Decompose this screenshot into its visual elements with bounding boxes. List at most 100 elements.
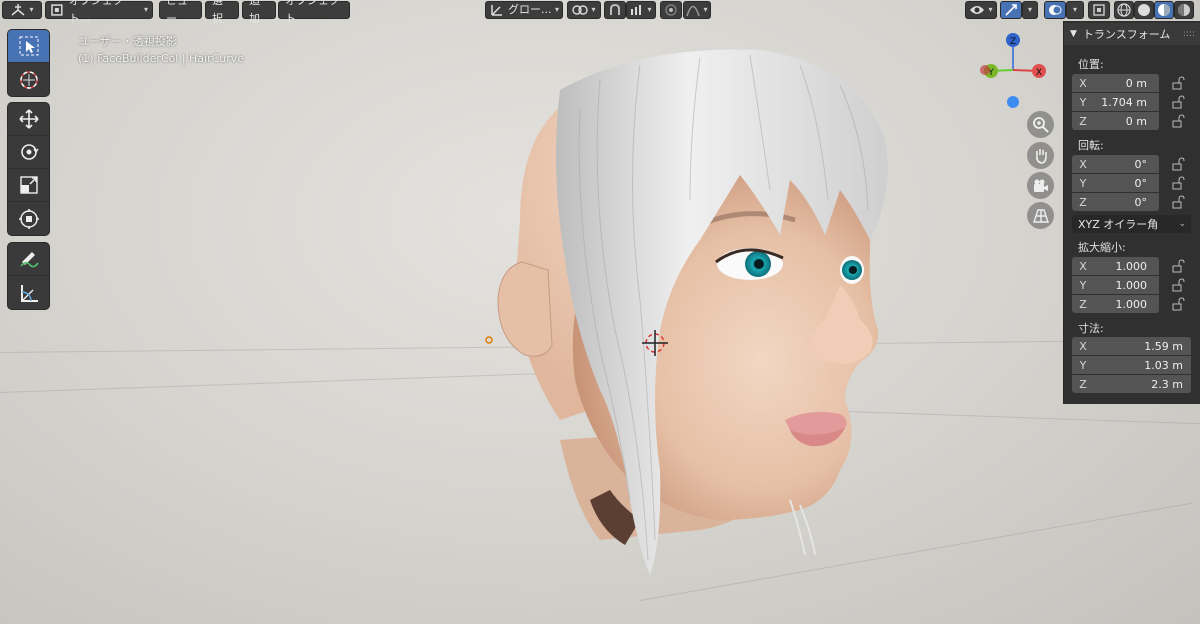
- rotate-tool[interactable]: [8, 136, 49, 169]
- panel-title: トランスフォーム: [1082, 28, 1171, 41]
- orientation-icon: [491, 5, 502, 16]
- solid-sphere-icon: [1138, 4, 1150, 16]
- cursor-icon: [19, 70, 38, 89]
- gizmo-arrows-icon: [1005, 4, 1017, 16]
- scale-y-field[interactable]: Y 1.000: [1072, 276, 1159, 294]
- pencil-icon: [19, 252, 39, 268]
- 3d-view-icon: [12, 4, 25, 16]
- annotate-tool[interactable]: [8, 243, 49, 276]
- ortho-toggle-button[interactable]: [1027, 202, 1054, 229]
- proportional-falloff-selector[interactable]: ▾: [683, 1, 711, 19]
- navigation-gizmo[interactable]: Z X Y: [975, 30, 1055, 120]
- gizmo-z-label: Z: [1010, 37, 1016, 47]
- location-x-field[interactable]: X0 m: [1072, 74, 1159, 92]
- xray-toggle[interactable]: [1088, 1, 1110, 19]
- proportional-edit-toggle[interactable]: [660, 1, 682, 19]
- editor-type-button[interactable]: ▾: [2, 1, 42, 19]
- menu-add[interactable]: 追加: [242, 0, 276, 25]
- rotation-label: 回転:: [1078, 139, 1104, 152]
- menu-object[interactable]: オブジェクト: [278, 0, 350, 25]
- lock-scale-z-icon[interactable]: [1171, 297, 1185, 311]
- sidebar-n-panel: ▼ トランスフォーム :::: 位置: X0 m Y 1.704 m Z0 m 回…: [1063, 21, 1200, 404]
- chevron-down-icon: ⌄: [1178, 219, 1186, 229]
- gizmo-x-label: X: [1036, 68, 1042, 78]
- dimensions-x-field[interactable]: X 1.59 m: [1072, 337, 1191, 355]
- snap-increment-icon: [631, 5, 642, 15]
- ruler-icon: [20, 284, 38, 302]
- wireframe-sphere-icon: [1117, 3, 1131, 17]
- rotate-icon: [20, 144, 39, 160]
- overlay-options[interactable]: ▾: [1066, 1, 1084, 19]
- viewport-header: ▾ オブジェクト... ▾ ビュー 選択 追加 オブジェクト グロー... ▾ ▾ …: [0, 0, 1200, 25]
- zoom-button[interactable]: [1027, 111, 1054, 138]
- gizmo-options[interactable]: ▾: [1022, 1, 1038, 19]
- scale-icon: [19, 176, 38, 194]
- orientation-label: グロー...: [508, 3, 552, 16]
- transform-icon: [18, 208, 39, 229]
- mode-label: オブジェクト...: [68, 0, 124, 25]
- object-mode-icon: [51, 4, 63, 16]
- mode-selector[interactable]: オブジェクト... ▾: [45, 0, 153, 25]
- snap-toggle[interactable]: [604, 1, 626, 19]
- measure-tool[interactable]: [8, 276, 49, 309]
- object-info: (1) FaceBuilderCol | HairCurve: [78, 52, 245, 65]
- gizmo-toggle[interactable]: [1000, 1, 1022, 19]
- overlay-icon: [1049, 5, 1062, 15]
- scale-label: 拡大縮小:: [1078, 241, 1126, 254]
- scale-tool[interactable]: [8, 169, 49, 202]
- snap-target-selector[interactable]: ▾: [626, 1, 656, 19]
- toolbar-select-group: [8, 30, 49, 96]
- pivot-point-selector[interactable]: ▾: [567, 1, 601, 19]
- menu-select[interactable]: 選択: [205, 0, 239, 25]
- rendered-sphere-icon: [1178, 4, 1190, 16]
- select-box-tool[interactable]: [8, 30, 49, 63]
- transform-tool[interactable]: [8, 202, 49, 235]
- rotation-mode-label: XYZ オイラー角: [1078, 218, 1159, 231]
- lock-location-y-icon[interactable]: [1171, 95, 1185, 109]
- menu-view[interactable]: ビュー: [159, 0, 202, 25]
- view-name: ユーザー・透視投影: [78, 35, 177, 48]
- toolbar-transform-group: [8, 103, 49, 235]
- rotation-z-field[interactable]: Z 0°: [1072, 193, 1159, 211]
- camera-icon: [1033, 179, 1048, 192]
- lock-location-x-icon[interactable]: [1171, 76, 1185, 90]
- zoom-icon: [1032, 116, 1049, 133]
- camera-view-button[interactable]: [1027, 172, 1054, 199]
- material-sphere-icon: [1158, 4, 1170, 16]
- overlay-toggle[interactable]: [1044, 1, 1066, 19]
- rotation-y-field[interactable]: Y 0°: [1072, 174, 1159, 192]
- shading-rendered[interactable]: [1174, 1, 1194, 19]
- lock-location-z-icon[interactable]: [1171, 114, 1185, 128]
- shading-wireframe[interactable]: [1114, 1, 1134, 19]
- collapse-arrow-icon: ▼: [1070, 29, 1077, 39]
- falloff-curve-icon: [686, 5, 701, 17]
- transform-panel-header[interactable]: ▼ トランスフォーム ::::: [1064, 23, 1200, 45]
- scale-x-field[interactable]: X 1.000: [1072, 257, 1159, 275]
- lock-rotation-z-icon[interactable]: [1171, 195, 1185, 209]
- transform-orientation-selector[interactable]: グロー... ▾: [485, 1, 563, 19]
- visibility-selector[interactable]: ▾: [965, 1, 997, 19]
- location-z-field[interactable]: Z0 m: [1072, 112, 1159, 130]
- cursor-tool[interactable]: [8, 63, 49, 96]
- lock-scale-x-icon[interactable]: [1171, 259, 1185, 273]
- shading-material-preview[interactable]: [1154, 1, 1174, 19]
- scale-z-field[interactable]: Z 1.000: [1072, 295, 1159, 313]
- drag-handle-icon[interactable]: ::::: [1183, 29, 1195, 39]
- dimensions-y-field[interactable]: Y 1.03 m: [1072, 356, 1191, 374]
- pivot-icon: [572, 5, 589, 15]
- rotation-mode-select[interactable]: XYZ オイラー角 ⌄: [1072, 215, 1191, 233]
- location-label: 位置:: [1078, 58, 1104, 71]
- eye-icon: [970, 6, 985, 14]
- location-y-field[interactable]: Y 1.704 m: [1072, 93, 1159, 111]
- proportional-icon: [665, 4, 677, 16]
- move-tool[interactable]: [8, 103, 49, 136]
- rotation-x-field[interactable]: X 0°: [1072, 155, 1159, 173]
- 3d-viewport[interactable]: ユーザー・透視投影 (1) FaceBuilderCol | HairCurve…: [0, 0, 1200, 624]
- lock-scale-y-icon[interactable]: [1171, 278, 1185, 292]
- shading-solid[interactable]: [1134, 1, 1154, 19]
- lock-rotation-x-icon[interactable]: [1171, 157, 1185, 171]
- dimensions-z-field[interactable]: Z 2.3 m: [1072, 375, 1191, 393]
- lock-rotation-y-icon[interactable]: [1171, 176, 1185, 190]
- pan-button[interactable]: [1027, 142, 1054, 169]
- xray-icon: [1093, 4, 1105, 16]
